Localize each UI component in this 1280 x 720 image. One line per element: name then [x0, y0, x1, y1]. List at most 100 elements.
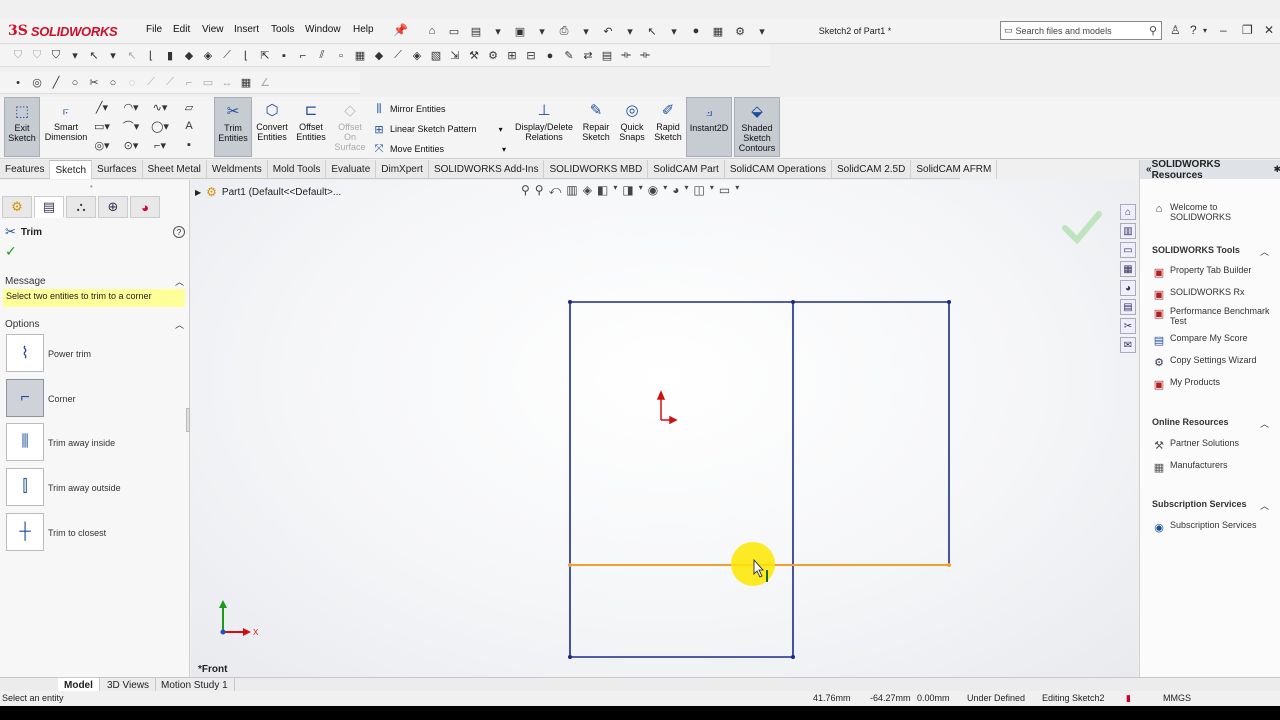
- online-manufacturers[interactable]: ▦ Manufacturers: [1152, 460, 1228, 474]
- tab-dimxpert[interactable]: DimXpert: [376, 160, 429, 179]
- forum-icon[interactable]: ✉: [1120, 337, 1136, 353]
- point-icon[interactable]: •: [10, 75, 26, 91]
- relation-icon[interactable]: ⫽: [314, 48, 330, 64]
- text-icon[interactable]: A: [181, 118, 197, 134]
- menu-view[interactable]: View: [202, 24, 224, 35]
- mirror-icon[interactable]: ⟛: [618, 48, 634, 64]
- graphics-area[interactable]: ▶ ⚙ Part1 (Default<<Default>... ⚲ ⚲ ⤺ ▥ …: [191, 180, 1138, 677]
- dimxpert-manager-icon[interactable]: ⊕: [98, 196, 128, 218]
- chevron-down-icon[interactable]: ▾: [622, 23, 638, 39]
- solidworks-tools-header[interactable]: SOLIDWORKS Tools ︿: [1152, 245, 1269, 257]
- convert-entities-button[interactable]: ⬡ Convert Entities: [254, 97, 290, 157]
- restore-icon[interactable]: ❐: [1242, 23, 1253, 37]
- tool-compare-my-score[interactable]: ▤ Compare My Score: [1152, 333, 1248, 347]
- chevron-up-icon[interactable]: ︿: [175, 318, 184, 331]
- sphere-icon[interactable]: ●: [542, 48, 558, 64]
- tab-sheet-metal[interactable]: Sheet Metal: [143, 160, 207, 179]
- polygon-icon[interactable]: ⌒▾: [123, 118, 140, 134]
- appearances-icon[interactable]: ◕: [1120, 280, 1136, 296]
- solidworks-logo[interactable]: 3S SOLIDWORKS: [8, 20, 124, 42]
- pin-icon[interactable]: ✱: [1273, 164, 1280, 175]
- menu-edit[interactable]: Edit: [173, 24, 190, 35]
- point-icon[interactable]: ▪: [181, 137, 197, 153]
- ellipse-icon[interactable]: ◎▾: [94, 137, 110, 153]
- power-trim-button[interactable]: ⌇: [6, 334, 44, 372]
- panel-splitter-handle[interactable]: [186, 408, 190, 432]
- welcome-link[interactable]: ⌂ Welcome to SOLIDWORKS: [1152, 202, 1240, 222]
- smart-dimension-button[interactable]: ⟔ Smart Dimension: [42, 97, 90, 157]
- plane-icon[interactable]: ▱: [181, 99, 197, 115]
- tab-solidcam-afrm[interactable]: SolidCAM AFRM: [911, 160, 998, 179]
- chevron-up-icon[interactable]: ︿: [1260, 417, 1269, 430]
- chevron-down-icon[interactable]: ▾: [754, 23, 770, 39]
- surface-icon[interactable]: ◈: [409, 48, 425, 64]
- chevron-down-icon[interactable]: ▾: [1203, 26, 1207, 35]
- filter-icon[interactable]: ⛉: [29, 48, 45, 64]
- close-icon[interactable]: ✕: [1264, 23, 1274, 37]
- angle-icon[interactable]: ∠: [257, 75, 273, 91]
- message-section-header[interactable]: Message ︿: [0, 274, 190, 288]
- bolt-icon[interactable]: ⚒: [466, 48, 482, 64]
- chevron-up-icon[interactable]: ︿: [1260, 245, 1269, 258]
- subscription-services-header[interactable]: Subscription Services ︿: [1152, 499, 1269, 511]
- trim-entities-button[interactable]: ✂ Trim Entities: [214, 97, 252, 157]
- online-resources-header[interactable]: Online Resources ︿: [1152, 417, 1269, 429]
- quick-snaps-button[interactable]: ◎ Quick Snaps: [616, 97, 648, 157]
- gear-icon[interactable]: ⚙: [732, 23, 748, 39]
- tab-solidcam-operations[interactable]: SolidCAM Operations: [725, 160, 832, 179]
- grid-icon[interactable]: ▦: [238, 75, 254, 91]
- menu-window[interactable]: Window: [305, 24, 341, 35]
- circle-icon[interactable]: ◯▾: [151, 118, 169, 134]
- dimension-icon[interactable]: ⇲: [447, 48, 463, 64]
- sketch-point[interactable]: [568, 300, 572, 304]
- arc-icon[interactable]: ◌: [124, 75, 140, 91]
- menu-insert[interactable]: Insert: [234, 24, 259, 35]
- circle-icon[interactable]: ○: [105, 75, 121, 91]
- dimension-icon[interactable]: ⇱: [257, 48, 273, 64]
- sketch-point[interactable]: [568, 655, 572, 659]
- help-icon[interactable]: ?: [1190, 23, 1197, 37]
- chevron-down-icon[interactable]: ▾: [666, 23, 682, 39]
- search-icon[interactable]: ⚲: [1149, 24, 1157, 37]
- traffic-light-icon[interactable]: ●: [688, 23, 704, 39]
- rapid-sketch-button[interactable]: ✐ Rapid Sketch: [650, 97, 686, 157]
- arc-icon[interactable]: ◠▾: [123, 99, 139, 115]
- tool-solidworks-rx[interactable]: ▣ SOLIDWORKS Rx: [1152, 287, 1245, 301]
- trim-icon[interactable]: ✂: [86, 75, 102, 91]
- corner-icon[interactable]: ⌐: [295, 48, 311, 64]
- online-partner-solutions[interactable]: ⚒ Partner Solutions: [1152, 438, 1239, 452]
- tab-features[interactable]: Features: [0, 160, 51, 179]
- help-icon[interactable]: ?: [173, 226, 185, 238]
- rectangle-icon[interactable]: ▮: [162, 48, 178, 64]
- ok-checkmark-icon[interactable]: ✓: [5, 243, 17, 260]
- trim-to-closest-button[interactable]: ┼: [6, 513, 44, 551]
- mirror-entities-button[interactable]: ⫼ Mirror Entities: [372, 102, 445, 116]
- display-manager-icon[interactable]: ◕: [130, 196, 160, 218]
- trim-away-inside-button[interactable]: ⫼: [6, 423, 44, 461]
- home-icon[interactable]: ⌂: [424, 23, 440, 39]
- design-library-icon[interactable]: ▥: [1120, 223, 1136, 239]
- tab-solidcam-25d[interactable]: SolidCAM 2.5D: [832, 160, 912, 179]
- tab-solidworks-mbd[interactable]: SOLIDWORKS MBD: [544, 160, 649, 179]
- chevron-down-icon[interactable]: ▾: [534, 23, 550, 39]
- view-palette-icon[interactable]: ▦: [1120, 261, 1136, 277]
- sketch-point[interactable]: [947, 300, 951, 304]
- chevron-up-icon[interactable]: ︿: [1260, 499, 1269, 512]
- linear-sketch-pattern-button[interactable]: ⊞ Linear Sketch Pattern ▾: [372, 122, 502, 136]
- rectangle-icon[interactable]: ▭: [200, 75, 216, 91]
- exit-sketch-button[interactable]: ⬚ Exit Sketch: [4, 97, 40, 157]
- feature-manager-icon[interactable]: ⚙: [2, 196, 32, 218]
- confirmation-corner-check-icon[interactable]: [1062, 211, 1102, 245]
- user-icon[interactable]: ♙: [1170, 23, 1181, 37]
- offset-on-surface-button[interactable]: ◇ Offset On Surface: [332, 97, 368, 157]
- shaded-sketch-contours-button[interactable]: ⬙ Shaded Sketch Contours: [734, 97, 780, 157]
- menu-help[interactable]: Help: [353, 24, 374, 35]
- tab-evaluate[interactable]: Evaluate: [326, 160, 377, 179]
- line-icon[interactable]: ⟋: [219, 48, 235, 64]
- pin-icon[interactable]: 📌: [393, 23, 408, 37]
- chevron-up-icon[interactable]: ︿: [175, 275, 184, 288]
- rectangle-icon[interactable]: ▭▾: [94, 118, 110, 134]
- minimize-icon[interactable]: –: [1220, 23, 1227, 37]
- print-icon[interactable]: ⎙: [556, 23, 572, 39]
- line-icon[interactable]: ╱▾: [94, 99, 110, 115]
